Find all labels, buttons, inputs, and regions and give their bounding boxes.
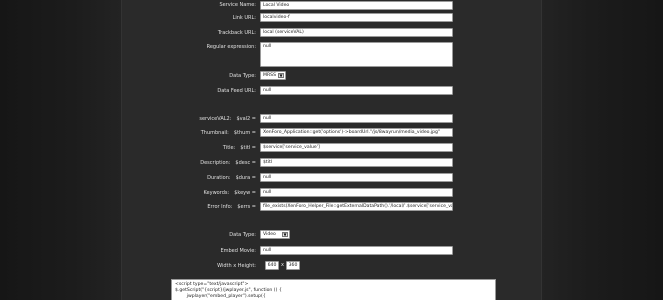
data-type-video-value: Video xyxy=(263,232,276,237)
serviceval2-var: $val2 = xyxy=(236,116,256,122)
thumbnail-label-text: Thumbnail: xyxy=(200,130,229,136)
serviceval2-label: serviceVAL2: $val2 = xyxy=(106,116,256,122)
error-info-var: $errs = xyxy=(237,204,256,210)
thumbnail-label: Thumbnail: $thum = xyxy=(106,130,256,136)
description-label-text: Description: xyxy=(200,160,231,166)
description-input[interactable]: $titl xyxy=(260,158,453,167)
embed-code-textarea[interactable]: <script type="text/javascript"> $.getScri… xyxy=(171,279,496,300)
duration-label-text: Duration: xyxy=(207,175,231,181)
regex-textarea[interactable]: null xyxy=(260,42,453,67)
data-type-value: MRSS xyxy=(263,73,276,78)
data-feed-url-label: Data Feed URL: xyxy=(217,88,256,94)
error-info-label-text: Error Info: xyxy=(207,204,233,210)
data-type-select[interactable]: MRSS ▼ xyxy=(260,71,286,80)
title-label: Title: $titl = xyxy=(106,145,256,151)
thumbnail-var: $thum = xyxy=(233,130,256,136)
link-url-label: Link URL: xyxy=(232,15,256,21)
width-input[interactable]: 640 xyxy=(265,261,279,270)
page-background-right xyxy=(542,0,663,300)
title-var: $titl = xyxy=(240,145,256,151)
description-var: $desc = xyxy=(235,160,256,166)
duration-input[interactable]: null xyxy=(260,173,453,182)
data-type-video-select[interactable]: Video ▼ xyxy=(260,230,290,239)
thumbnail-input[interactable]: XenForo_Application::get('options')->boa… xyxy=(260,128,453,137)
regex-label: Regular expression: xyxy=(206,44,256,50)
height-input[interactable]: 360 xyxy=(286,261,300,270)
service-name-input[interactable]: Local Video xyxy=(260,1,453,10)
trackback-url-label: Trackback URL: xyxy=(217,30,256,36)
serviceval2-label-text: serviceVAL2: xyxy=(199,116,232,122)
title-label-text: Title: xyxy=(222,145,236,151)
serviceval2-input[interactable]: null xyxy=(260,114,453,123)
duration-label: Duration: $dura = xyxy=(106,175,256,181)
link-url-input[interactable]: localvideo-f xyxy=(260,13,453,22)
service-edit-form: Service Name: Local Video Link URL: loca… xyxy=(121,0,542,300)
data-feed-url-input[interactable]: null xyxy=(260,86,453,95)
duration-var: $dura = xyxy=(235,175,256,181)
trackback-url-input[interactable]: local (serviceVAL) xyxy=(260,28,453,37)
embed-movie-input[interactable]: null xyxy=(260,246,453,255)
embed-movie-label: Embed Movie: xyxy=(220,248,256,254)
data-type-video-label: Data Type: xyxy=(229,232,256,238)
error-info-label: Error Info: $errs = xyxy=(106,204,256,210)
embed-code-line: jwplayer("embed_player").setup({ xyxy=(175,294,266,299)
keywords-label: Keywords: $keyw = xyxy=(106,190,256,196)
page-background-left xyxy=(0,0,121,300)
keywords-input[interactable]: null xyxy=(260,188,453,197)
keywords-var: $keyw = xyxy=(234,190,256,196)
service-name-label: Service Name: xyxy=(219,2,256,8)
keywords-label-text: Keywords: xyxy=(203,190,230,196)
times-separator: x xyxy=(281,262,284,268)
title-input[interactable]: $service['service_value'] xyxy=(260,143,453,152)
description-label: Description: $desc = xyxy=(106,160,256,166)
width-height-label: Width x Height: xyxy=(217,263,256,269)
chevron-down-icon: ▼ xyxy=(282,232,288,237)
data-type-label: Data Type: xyxy=(229,73,256,79)
error-info-input[interactable]: file_exists(XenForo_Helper_File::getExte… xyxy=(260,202,453,211)
chevron-down-icon: ▼ xyxy=(278,73,284,78)
